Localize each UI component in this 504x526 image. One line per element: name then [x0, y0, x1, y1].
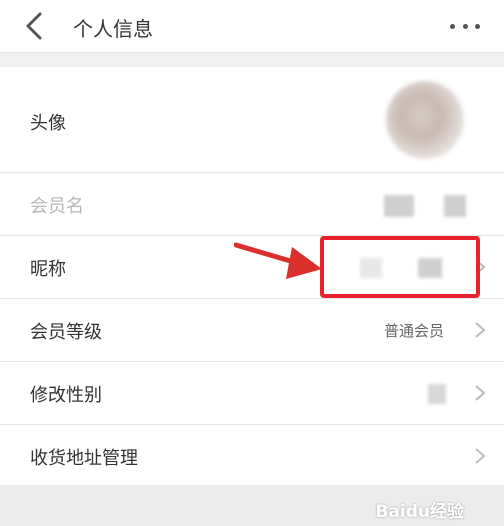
- chevron-right-icon: [475, 385, 486, 401]
- member-name-value-blurred: [384, 195, 414, 217]
- section-gap: [0, 53, 504, 67]
- highlight-box-annotation: [320, 236, 480, 298]
- watermark: Baidu经验: [375, 502, 464, 522]
- shipping-address-row[interactable]: 收货地址管理: [0, 425, 504, 488]
- change-gender-label: 修改性别: [30, 385, 102, 406]
- chevron-right-icon: [475, 448, 486, 464]
- member-level-label: 会员等级: [30, 322, 102, 343]
- change-gender-row[interactable]: 修改性别: [0, 362, 504, 425]
- shipping-address-label: 收货地址管理: [30, 448, 138, 469]
- member-name-row: 会员名: [0, 173, 504, 236]
- member-level-row[interactable]: 会员等级 普通会员: [0, 299, 504, 362]
- chevron-right-icon: [475, 322, 486, 338]
- top-nav-bar: 个人信息: [0, 0, 504, 53]
- red-arrow-annotation-icon: [234, 242, 322, 279]
- gender-value-blurred: [428, 384, 446, 404]
- avatar-row[interactable]: 头像: [0, 67, 504, 173]
- avatar[interactable]: [386, 81, 464, 159]
- more-dots-icon[interactable]: [450, 21, 480, 31]
- member-name-label: 会员名: [30, 196, 84, 217]
- page-title: 个人信息: [73, 17, 153, 41]
- back-arrow-icon[interactable]: [20, 10, 52, 42]
- member-level-value: 普通会员: [383, 322, 444, 340]
- nickname-label: 昵称: [30, 259, 66, 280]
- member-name-value-blurred-2: [444, 195, 466, 217]
- avatar-label: 头像: [30, 113, 66, 134]
